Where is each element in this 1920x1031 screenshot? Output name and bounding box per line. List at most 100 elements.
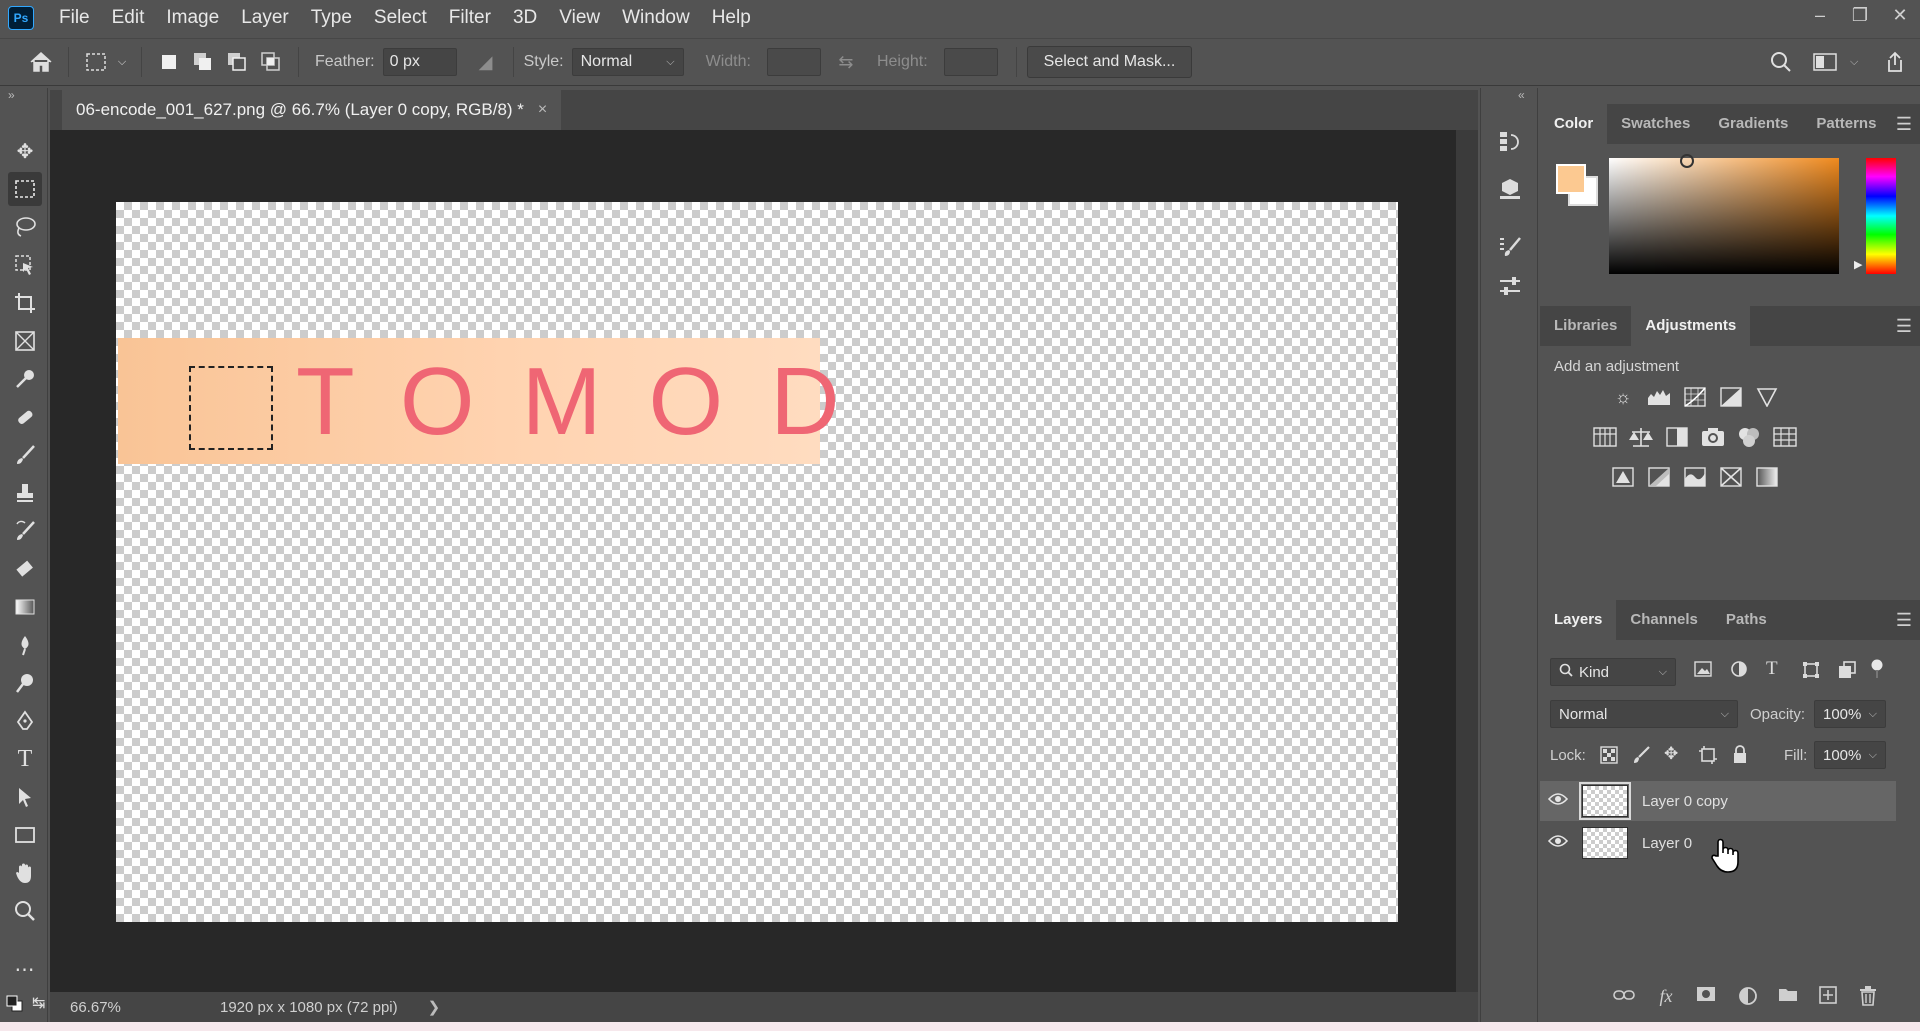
3d-panel-icon[interactable] <box>1493 172 1527 206</box>
color-field[interactable] <box>1609 158 1839 274</box>
close-tab-icon[interactable]: × <box>538 101 547 119</box>
layer-name[interactable]: Layer 0 <box>1642 835 1692 852</box>
document-tab[interactable]: 06-encode_001_627.png @ 66.7% (Layer 0 c… <box>62 90 562 130</box>
rectangle-tool-icon[interactable] <box>8 818 42 852</box>
threshold-icon[interactable] <box>1682 464 1708 490</box>
hue-slider-arrow-icon[interactable]: ▶ <box>1854 258 1862 271</box>
share-icon[interactable] <box>1878 45 1912 79</box>
brush-tool-icon[interactable] <box>8 438 42 472</box>
smart-object-filter-icon[interactable] <box>1838 661 1856 684</box>
lock-transparent-icon[interactable] <box>1600 746 1618 769</box>
default-colors-icon[interactable] <box>6 995 24 1016</box>
color-picker-cursor[interactable] <box>1680 154 1694 168</box>
menu-view[interactable]: View <box>548 0 611 36</box>
new-group-icon[interactable] <box>1774 986 1802 1007</box>
rect-marquee-preset-icon[interactable] <box>79 45 113 79</box>
menu-image[interactable]: Image <box>155 0 230 36</box>
levels-icon[interactable] <box>1646 384 1672 410</box>
photo-filter-icon[interactable] <box>1700 424 1726 450</box>
tab-gradients[interactable]: Gradients <box>1704 104 1802 144</box>
menu-help[interactable]: Help <box>701 0 762 36</box>
eyedropper-tool-icon[interactable] <box>8 362 42 396</box>
invert-icon[interactable] <box>1610 464 1636 490</box>
lock-pixels-icon[interactable] <box>1632 746 1650 769</box>
visibility-eye-icon[interactable] <box>1540 792 1576 811</box>
opacity-input[interactable]: 100% ⌵ <box>1814 700 1886 728</box>
select-and-mask-button[interactable]: Select and Mask... <box>1026 46 1193 78</box>
object-select-tool-icon[interactable] <box>8 248 42 282</box>
curves-icon[interactable] <box>1682 384 1708 410</box>
type-filter-icon[interactable]: T <box>1766 658 1778 680</box>
tab-layers[interactable]: Layers <box>1540 600 1617 640</box>
minimize-button[interactable]: – <box>1800 0 1840 30</box>
tab-paths[interactable]: Paths <box>1712 600 1781 640</box>
exposure-icon[interactable] <box>1718 384 1744 410</box>
swap-colors-icon[interactable]: ↹ <box>32 993 45 1013</box>
tab-channels[interactable]: Channels <box>1616 600 1712 640</box>
panel-menu-icon[interactable]: ☰ <box>1896 610 1912 631</box>
home-icon[interactable] <box>24 45 58 79</box>
blend-mode-select[interactable]: Normal ⌵ <box>1550 700 1738 728</box>
brightness-contrast-icon[interactable]: ☼ <box>1610 384 1636 410</box>
delete-layer-icon[interactable] <box>1854 986 1882 1011</box>
restore-button[interactable]: ❐ <box>1840 0 1880 30</box>
zoom-tool-icon[interactable] <box>8 894 42 928</box>
add-mask-icon[interactable] <box>1692 986 1720 1007</box>
vibrance-icon[interactable] <box>1754 384 1780 410</box>
visibility-eye-icon[interactable] <box>1540 834 1576 853</box>
document-canvas[interactable] <box>116 202 1398 922</box>
color-lookup-icon[interactable] <box>1772 424 1798 450</box>
posterize-icon[interactable] <box>1646 464 1672 490</box>
width-input[interactable] <box>766 48 821 76</box>
status-menu-arrow[interactable]: ❯ <box>428 998 441 1016</box>
shape-filter-icon[interactable] <box>1802 661 1820 684</box>
gradient-map-icon[interactable] <box>1754 464 1780 490</box>
history-panel-icon[interactable] <box>1493 124 1527 158</box>
lasso-tool-icon[interactable] <box>8 210 42 244</box>
fx-icon[interactable]: fx <box>1652 986 1680 1007</box>
healing-brush-tool-icon[interactable] <box>8 400 42 434</box>
history-brush-tool-icon[interactable] <box>8 514 42 548</box>
menu-select[interactable]: Select <box>363 0 438 36</box>
zoom-level[interactable]: 66.67% <box>50 999 121 1016</box>
move-tool-icon[interactable]: ✥ <box>8 134 42 168</box>
frame-tool-icon[interactable] <box>8 324 42 358</box>
tab-swatches[interactable]: Swatches <box>1607 104 1704 144</box>
workspace-icon[interactable] <box>1808 45 1842 79</box>
menu-3d[interactable]: 3D <box>502 0 548 36</box>
collapse-dock-icon[interactable]: « <box>1518 88 1525 102</box>
lock-artboard-icon[interactable] <box>1698 746 1718 769</box>
new-layer-icon[interactable] <box>1814 986 1842 1009</box>
lock-all-icon[interactable] <box>1732 745 1748 769</box>
gradient-tool-icon[interactable] <box>8 590 42 624</box>
vertical-scrollbar[interactable] <box>1456 130 1478 992</box>
layer-filter-select[interactable]: Kind ⌵ <box>1550 658 1676 686</box>
tab-adjustments[interactable]: Adjustments <box>1631 306 1751 346</box>
black-white-icon[interactable] <box>1664 424 1690 450</box>
foreground-color-swatch[interactable] <box>1556 164 1586 194</box>
search-icon[interactable] <box>1764 45 1798 79</box>
menu-edit[interactable]: Edit <box>101 0 156 36</box>
selection-marquee[interactable] <box>189 366 273 450</box>
tab-patterns[interactable]: Patterns <box>1802 104 1890 144</box>
new-selection-icon[interactable] <box>152 45 186 79</box>
type-tool-icon[interactable]: T <box>8 742 42 776</box>
properties-panel-icon[interactable] <box>1493 270 1527 304</box>
more-tools-icon[interactable]: ⋯ <box>8 952 42 986</box>
rect-marquee-tool-icon[interactable] <box>8 172 42 206</box>
tab-libraries[interactable]: Libraries <box>1540 306 1631 346</box>
dodge-tool-icon[interactable] <box>8 666 42 700</box>
menu-filter[interactable]: Filter <box>438 0 502 36</box>
subtract-selection-icon[interactable] <box>220 45 254 79</box>
panel-menu-icon[interactable]: ☰ <box>1896 316 1912 337</box>
layer-thumbnail[interactable] <box>1582 827 1628 859</box>
fill-input[interactable]: 100% ⌵ <box>1814 741 1886 769</box>
crop-tool-icon[interactable] <box>8 286 42 320</box>
new-adjustment-layer-icon[interactable] <box>1734 986 1762 1011</box>
selective-color-icon[interactable] <box>1718 464 1744 490</box>
height-input[interactable] <box>943 48 998 76</box>
blur-tool-icon[interactable] <box>8 628 42 662</box>
pen-tool-icon[interactable] <box>8 704 42 738</box>
lock-position-icon[interactable]: ✥ <box>1664 744 1678 764</box>
eraser-tool-icon[interactable] <box>8 552 42 586</box>
